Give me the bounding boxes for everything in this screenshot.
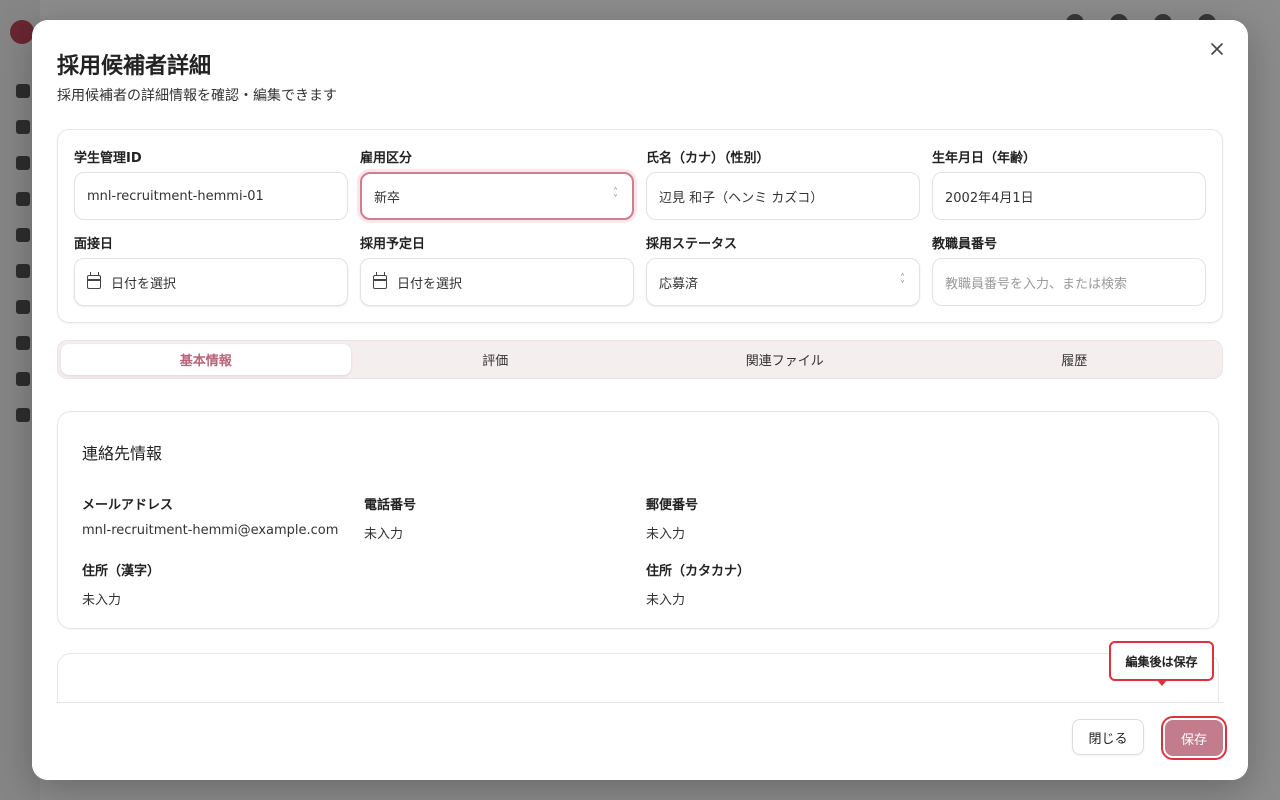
close-icon <box>1211 43 1223 55</box>
phone-info: 電話番号 未入力 <box>364 494 416 542</box>
birthdate-input[interactable]: 2002年4月1日 <box>932 172 1206 220</box>
student-id-value: mnl-recruitment-hemmi-01 <box>87 188 264 204</box>
calendar-icon <box>373 272 387 289</box>
interview-date-placeholder: 日付を選択 <box>111 276 177 292</box>
hire-date-placeholder: 日付を選択 <box>397 276 463 292</box>
employment-type-label: 雇用区分 <box>360 151 413 166</box>
phone-value: 未入力 <box>364 527 404 542</box>
contact-section-title: 連絡先情報 <box>82 444 163 463</box>
email-info: メールアドレス mnl-recruitment-hemmi@example.co… <box>82 494 338 538</box>
birthdate-value: 2002年4月1日 <box>945 190 1034 206</box>
chevron-up-down-icon: ˄ ˅ <box>900 273 905 291</box>
detail-tabs: 基本情報 評価 関連ファイル 履歴 <box>57 340 1223 379</box>
status-label: 採用ステータス <box>646 237 738 252</box>
hire-date-field: 採用予定日 日付を選択 <box>360 236 634 306</box>
employment-type-select[interactable]: 新卒 ˄ ˅ <box>360 172 634 220</box>
candidate-detail-modal: 採用候補者詳細 採用候補者の詳細情報を確認・編集できます 学生管理ID mnl-… <box>32 20 1248 780</box>
name-value: 辺見 和子（ヘンミ カズコ） <box>659 190 824 206</box>
address-kana-info: 住所（カタカナ） 未入力 <box>646 560 750 608</box>
phone-label: 電話番号 <box>364 498 417 513</box>
name-input[interactable]: 辺見 和子（ヘンミ カズコ） <box>646 172 920 220</box>
postal-value: 未入力 <box>646 527 686 542</box>
hire-date-label: 採用予定日 <box>360 237 426 252</box>
student-id-label: 学生管理ID <box>74 151 142 166</box>
tab-related-files[interactable]: 関連ファイル <box>640 344 930 375</box>
status-value: 応募済 <box>659 276 699 292</box>
close-modal-button[interactable]: 閉じる <box>1072 719 1144 755</box>
chevron-up-down-icon: ˄ ˅ <box>613 187 618 205</box>
email-value: mnl-recruitment-hemmi@example.com <box>82 523 339 538</box>
address-kanji-label: 住所（漢字） <box>82 564 161 579</box>
name-label: 氏名（カナ）（性別） <box>646 151 770 166</box>
address-kana-value: 未入力 <box>646 593 686 608</box>
employment-type-field: 雇用区分 新卒 ˄ ˅ <box>360 150 634 220</box>
staff-number-placeholder: 教職員番号を入力、または検索 <box>945 276 1128 292</box>
modal-footer: 閉じる 保存 <box>32 703 1248 780</box>
candidate-form-card: 学生管理ID mnl-recruitment-hemmi-01 雇用区分 新卒 … <box>57 129 1223 323</box>
address-kana-label: 住所（カタカナ） <box>646 564 751 579</box>
contact-info-card: 連絡先情報 メールアドレス mnl-recruitment-hemmi@exam… <box>57 411 1219 629</box>
tab-history[interactable]: 履歴 <box>930 344 1220 375</box>
birthdate-label: 生年月日（年齢） <box>932 151 1037 166</box>
modal-description: 採用候補者の詳細情報を確認・編集できます <box>57 88 337 104</box>
modal-title: 採用候補者詳細 <box>57 54 212 79</box>
student-id-field: 学生管理ID mnl-recruitment-hemmi-01 <box>74 150 348 220</box>
email-label: メールアドレス <box>82 498 174 513</box>
save-tooltip: 編集後は保存 <box>1109 641 1214 681</box>
tab-basic-info[interactable]: 基本情報 <box>61 344 351 375</box>
address-kanji-value: 未入力 <box>82 593 122 608</box>
student-id-input[interactable]: mnl-recruitment-hemmi-01 <box>74 172 348 220</box>
name-field: 氏名（カナ）（性別） 辺見 和子（ヘンミ カズコ） <box>646 150 920 220</box>
interview-date-field: 面接日 日付を選択 <box>74 236 348 306</box>
postal-info: 郵便番号 未入力 <box>646 494 698 542</box>
staff-number-input[interactable]: 教職員番号を入力、または検索 <box>932 258 1206 306</box>
interview-date-picker[interactable]: 日付を選択 <box>74 258 348 306</box>
status-select[interactable]: 応募済 ˄ ˅ <box>646 258 920 306</box>
save-button[interactable]: 保存 <box>1165 720 1223 756</box>
interview-date-label: 面接日 <box>74 237 114 252</box>
staff-number-field: 教職員番号 教職員番号を入力、または検索 <box>932 236 1206 306</box>
birthdate-field: 生年月日（年齢） 2002年4月1日 <box>932 150 1206 220</box>
postal-label: 郵便番号 <box>646 498 699 513</box>
tooltip-arrow <box>1156 679 1168 686</box>
close-button[interactable] <box>1206 38 1228 60</box>
staff-number-label: 教職員番号 <box>932 237 998 252</box>
address-kanji-info: 住所（漢字） 未入力 <box>82 560 160 608</box>
status-field: 採用ステータス 応募済 ˄ ˅ <box>646 236 920 306</box>
employment-type-value: 新卒 <box>374 190 401 206</box>
calendar-icon <box>87 272 101 289</box>
tab-evaluation[interactable]: 評価 <box>351 344 641 375</box>
hire-date-picker[interactable]: 日付を選択 <box>360 258 634 306</box>
